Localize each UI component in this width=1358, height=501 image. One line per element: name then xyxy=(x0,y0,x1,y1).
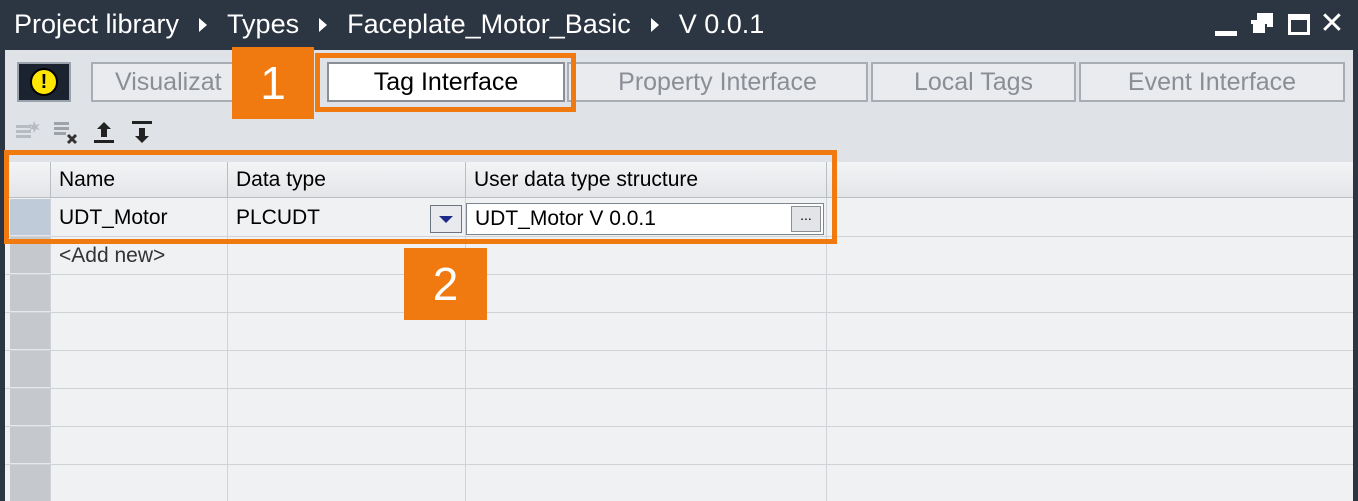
table-row[interactable] xyxy=(5,427,1353,465)
row-selector[interactable] xyxy=(10,313,50,350)
move-down-icon[interactable] xyxy=(129,119,153,143)
callout-highlight-tab xyxy=(315,53,576,112)
table-row[interactable] xyxy=(5,351,1353,389)
breadcrumb-faceplate[interactable]: Faceplate_Motor_Basic xyxy=(347,9,631,40)
library-window: Project library Types Faceplate_Motor_Ba… xyxy=(0,0,1358,501)
maximize-icon[interactable] xyxy=(1285,10,1313,38)
chevron-right-icon xyxy=(199,17,208,32)
title-bar: Project library Types Faceplate_Motor_Ba… xyxy=(0,0,1358,50)
tab-property-interface[interactable]: Property Interface xyxy=(567,62,868,102)
move-up-icon[interactable] xyxy=(91,119,115,143)
table-row[interactable] xyxy=(5,389,1353,427)
toolbar xyxy=(15,116,153,146)
callout-badge-1: 1 xyxy=(232,47,314,119)
table-row[interactable] xyxy=(5,275,1353,313)
breadcrumb: Project library Types Faceplate_Motor_Ba… xyxy=(14,9,764,40)
table-row[interactable] xyxy=(5,465,1353,501)
delete-row-icon[interactable] xyxy=(53,119,78,145)
chevron-right-icon xyxy=(650,17,659,32)
tab-local-tags[interactable]: Local Tags xyxy=(871,62,1076,102)
breadcrumb-types[interactable]: Types xyxy=(227,9,299,40)
table-row[interactable] xyxy=(5,313,1353,351)
restore-icon[interactable] xyxy=(1248,10,1276,38)
row-selector[interactable] xyxy=(10,427,50,464)
close-icon[interactable]: ✕ xyxy=(1318,9,1346,39)
row-selector[interactable] xyxy=(10,465,50,501)
warning-icon[interactable]: ! xyxy=(17,62,71,102)
insert-row-icon[interactable] xyxy=(15,119,40,143)
tab-event-interface[interactable]: Event Interface xyxy=(1079,62,1345,102)
row-selector[interactable] xyxy=(10,351,50,388)
chevron-right-icon xyxy=(319,17,328,32)
editor-content: ! Visualizat Tag Interface Property Inte… xyxy=(5,50,1353,501)
callout-badge-2: 2 xyxy=(404,248,487,320)
breadcrumb-project-library[interactable]: Project library xyxy=(14,9,179,40)
minimize-icon[interactable] xyxy=(1212,10,1240,38)
callout-highlight-row xyxy=(4,150,837,244)
tab-visualization[interactable]: Visualizat xyxy=(91,62,243,102)
row-selector[interactable] xyxy=(10,389,50,426)
row-selector[interactable] xyxy=(10,275,50,312)
breadcrumb-version[interactable]: V 0.0.1 xyxy=(679,9,765,40)
